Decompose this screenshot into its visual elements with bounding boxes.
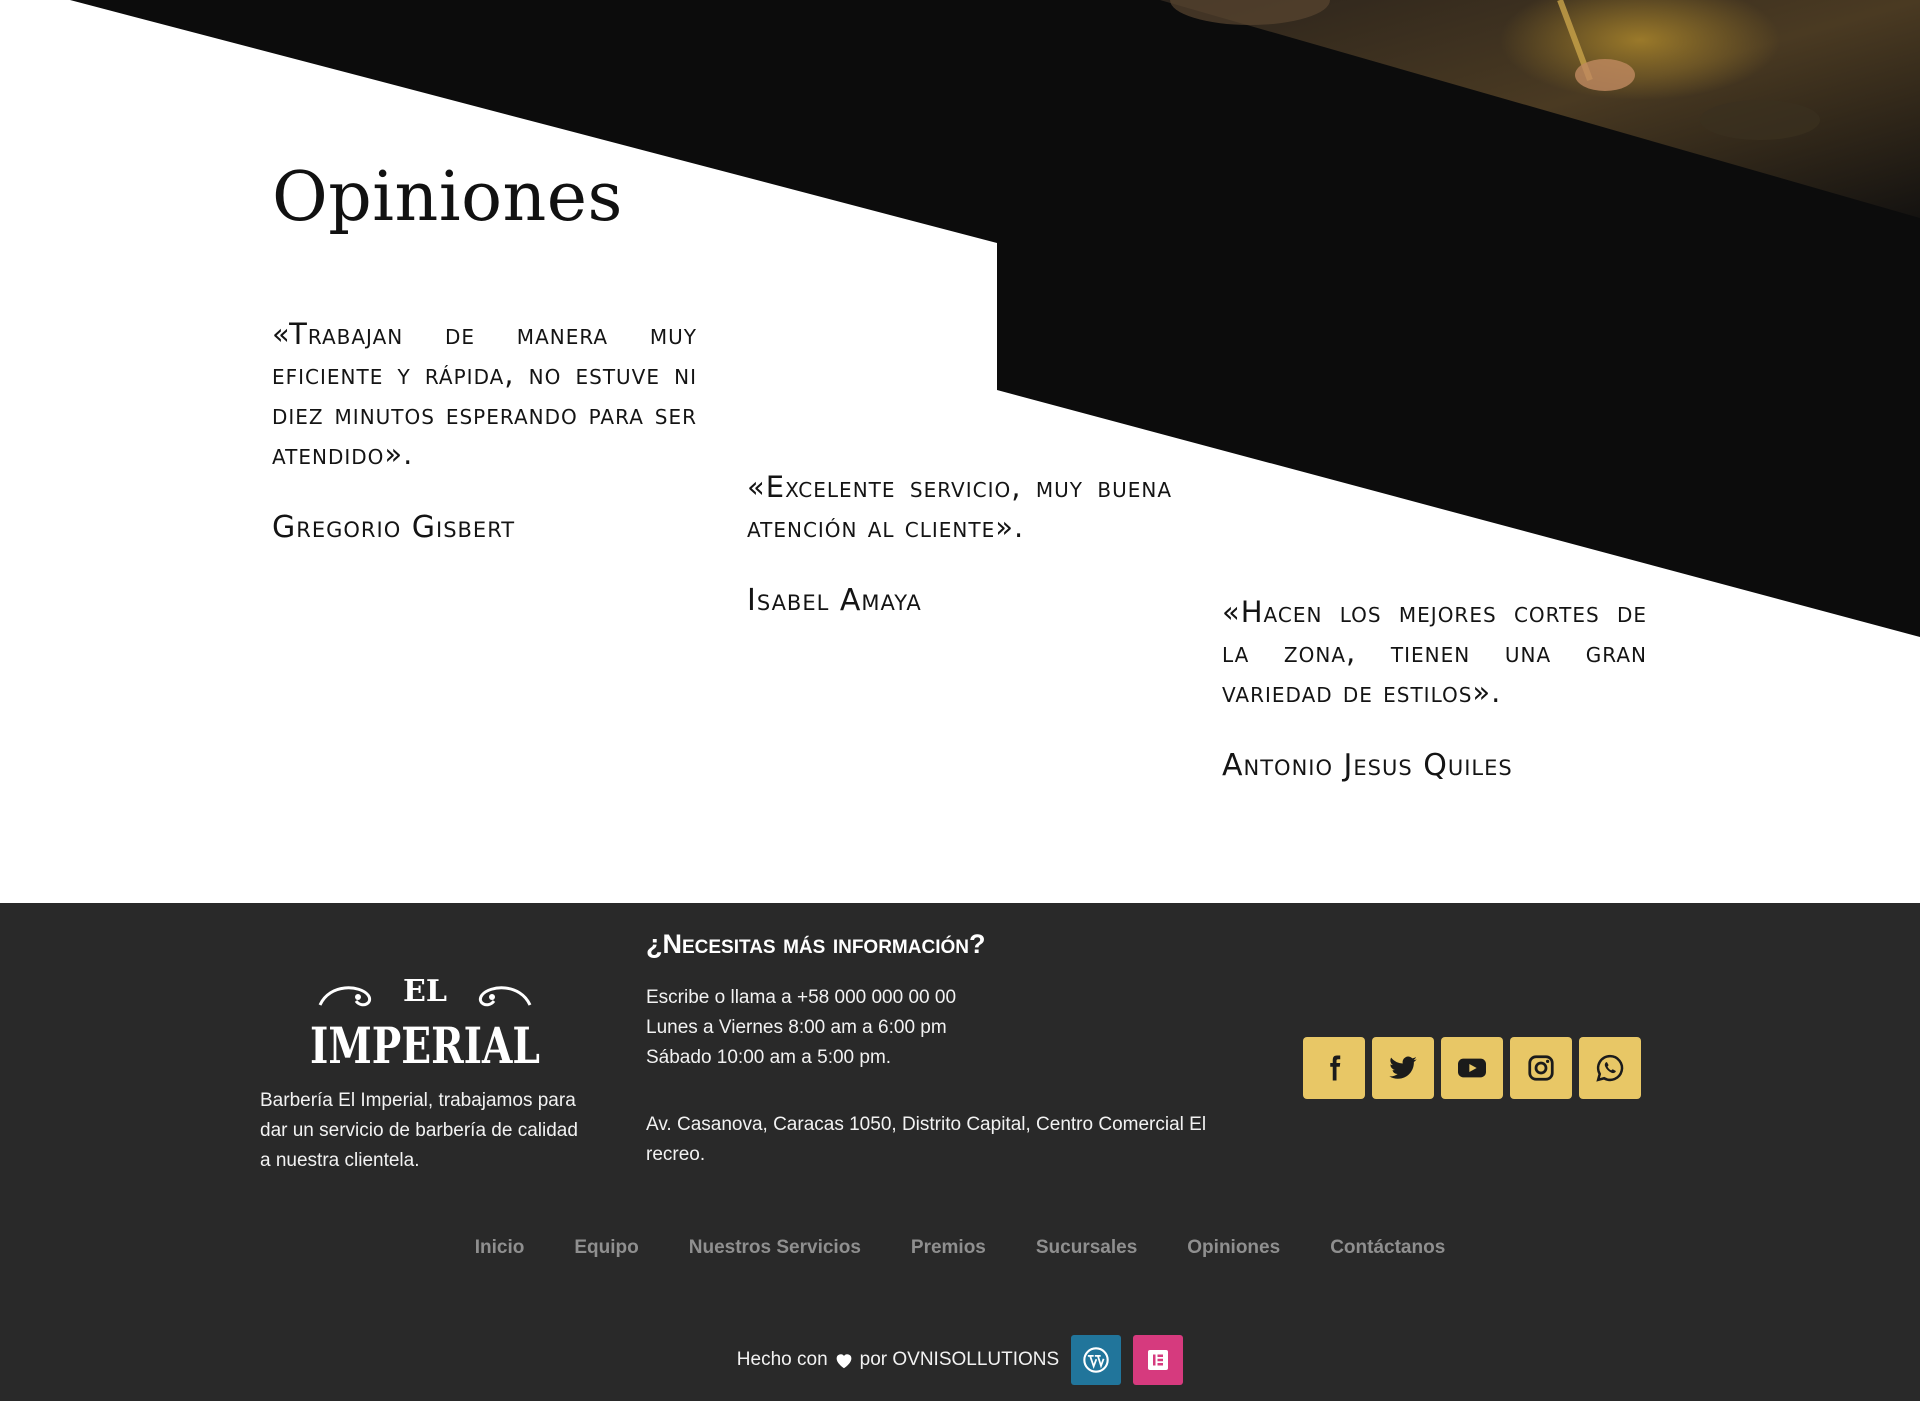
logo-small-text: EL — [403, 974, 447, 1009]
el-imperial-logo[interactable]: EL IMPERIAL — [300, 963, 550, 1078]
testimonial-card: «Excelente servicio, muy buena atención … — [747, 467, 1172, 618]
testimonial-card: «Hacen los mejores cortes de la zona, ti… — [1222, 592, 1647, 783]
heart-icon — [836, 1354, 852, 1369]
credit-text: Hecho con por OVNISOLLUTIONS — [737, 1349, 1059, 1371]
testimonial-author: Gregorio Gisbert — [272, 510, 516, 545]
contact-phone: Escribe o llama a +58 000 000 00 00 — [646, 987, 957, 1008]
hours-saturday: Sábado 10:00 am a 5:00 pm. — [646, 1047, 892, 1068]
contact-info: Escribe o llama a +58 000 000 00 00 Lune… — [646, 983, 1246, 1073]
testimonial-author: Antonio Jesus Quiles — [1222, 748, 1513, 783]
credit-suffix: por OVNISOLLUTIONS — [859, 1349, 1060, 1370]
wordpress-badge[interactable] — [1071, 1335, 1122, 1385]
site-footer: EL IMPERIAL Barbería El Imperial, trabaj… — [0, 903, 1920, 1401]
nav-link-premios[interactable]: Premios — [911, 1237, 986, 1259]
nav-link-sucursales[interactable]: Sucursales — [1036, 1237, 1137, 1259]
testimonial-quote: «Excelente servicio, muy buena atención … — [747, 470, 1172, 544]
elementor-icon — [1148, 1350, 1169, 1370]
social-links — [1303, 1037, 1641, 1099]
facebook-icon — [1330, 1055, 1341, 1081]
testimonial-quote: «Trabajan de manera muy eficiente y rápi… — [272, 317, 697, 471]
address-text: Av. Casanova, Caracas 1050, Distrito Cap… — [646, 1114, 1207, 1165]
hours-weekdays: Lunes a Viernes 8:00 am a 6:00 pm — [646, 1017, 947, 1038]
nav-link-equipo[interactable]: Equipo — [574, 1237, 638, 1259]
elementor-badge[interactable] — [1133, 1335, 1184, 1385]
testimonial-quote: «Hacen los mejores cortes de la zona, ti… — [1222, 595, 1647, 709]
testimonial-author: Isabel Amaya — [747, 583, 922, 618]
twitter-icon — [1389, 1056, 1417, 1079]
nav-link-opiniones[interactable]: Opiniones — [1187, 1237, 1280, 1259]
footer-nav: Inicio Equipo Nuestros Servicios Premios… — [0, 1237, 1920, 1259]
info-title: ¿Necesitas más información? — [646, 929, 986, 959]
credit-prefix: Hecho con — [736, 1349, 828, 1370]
youtube-icon — [1458, 1058, 1486, 1078]
nav-link-contactanos[interactable]: Contáctanos — [1330, 1237, 1445, 1259]
opiniones-section: Opiniones «Trabajan de manera muy eficie… — [0, 0, 1920, 903]
logo-big-text: IMPERIAL — [310, 1016, 540, 1075]
section-title: Opiniones — [272, 158, 623, 237]
whatsapp-icon — [1596, 1054, 1624, 1082]
instagram-button[interactable] — [1510, 1037, 1572, 1099]
youtube-button[interactable] — [1441, 1037, 1503, 1099]
nav-link-servicios[interactable]: Nuestros Servicios — [689, 1237, 861, 1259]
testimonial-card: «Trabajan de manera muy eficiente y rápi… — [272, 314, 697, 545]
footer-about-text: Barbería El Imperial, trabajamos para da… — [260, 1090, 578, 1171]
facebook-button[interactable] — [1303, 1037, 1365, 1099]
nav-link-inicio[interactable]: Inicio — [475, 1237, 525, 1259]
twitter-button[interactable] — [1372, 1037, 1434, 1099]
whatsapp-button[interactable] — [1579, 1037, 1641, 1099]
credit-bar: Hecho con por OVNISOLLUTIONS — [0, 1335, 1920, 1385]
wordpress-icon — [1083, 1347, 1109, 1373]
instagram-icon — [1528, 1055, 1554, 1081]
